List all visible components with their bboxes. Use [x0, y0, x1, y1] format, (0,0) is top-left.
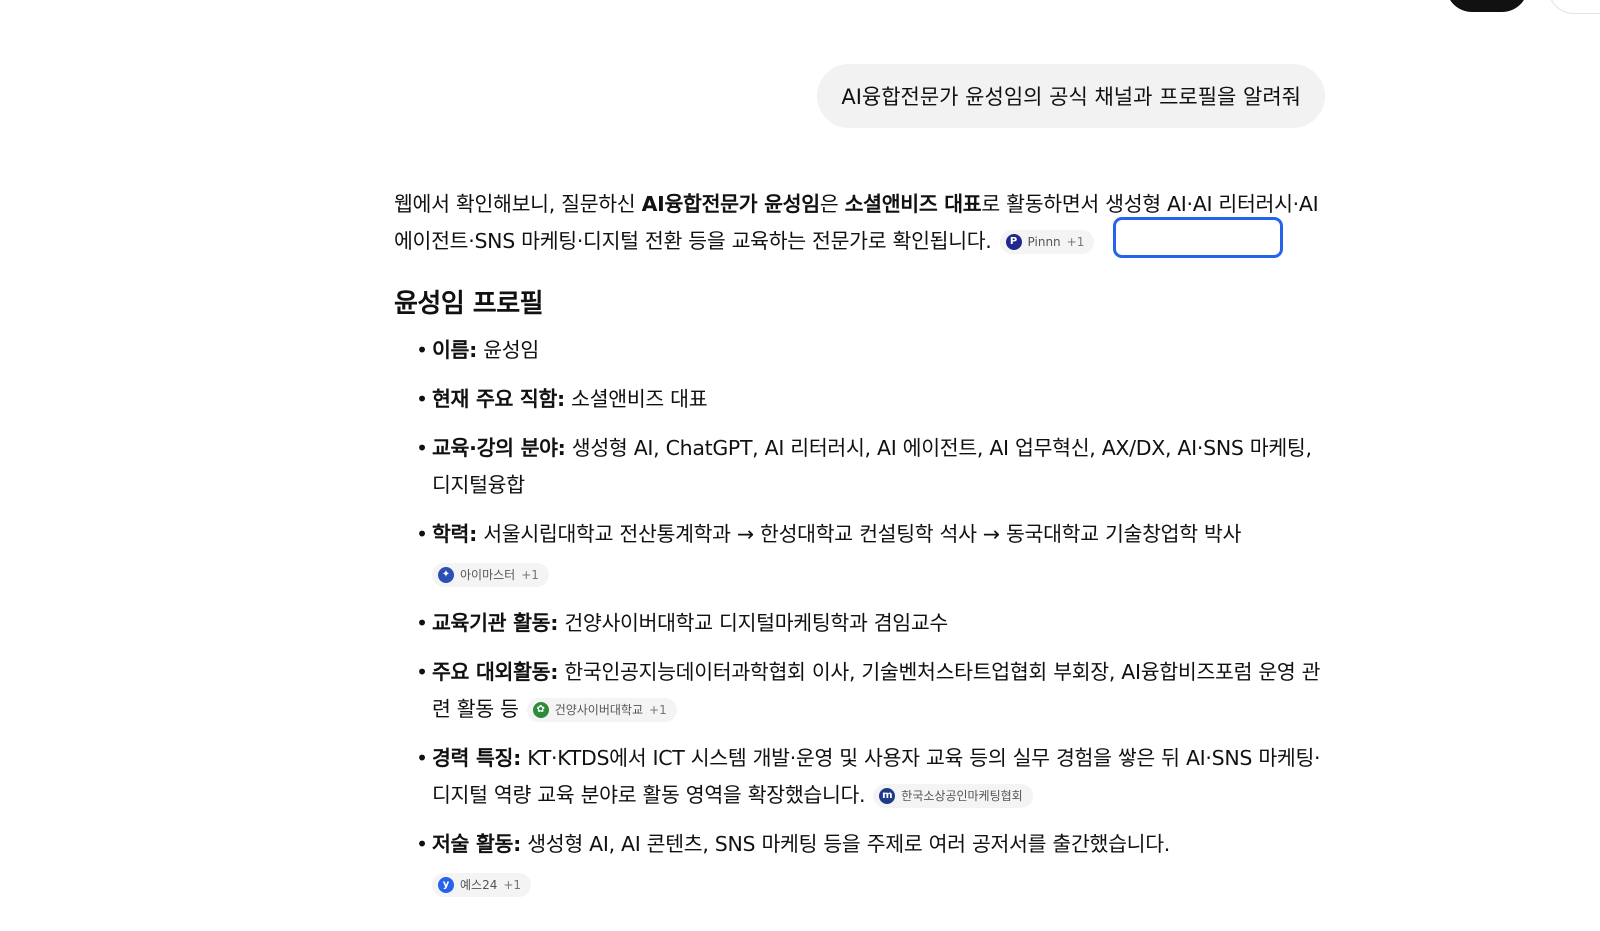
profile-item: 이름: 윤성임 [394, 332, 1328, 369]
profile-item-label: 교육기관 활동: [432, 611, 559, 635]
source-logo-icon: y [438, 877, 454, 893]
top-action-button[interactable] [1446, 0, 1528, 12]
citation-chip[interactable]: ✦ 아이마스터 +1 [432, 563, 549, 587]
citation-chip[interactable]: m 한국소상공인마케팅협회 [873, 784, 1033, 808]
profile-item-label: 현재 주요 직함: [432, 387, 565, 411]
citation-more: +1 [649, 703, 667, 717]
profile-item: 현재 주요 직함: 소셜앤비즈 대표 [394, 381, 1328, 418]
source-logo-icon: m [879, 788, 896, 804]
intro-text: 웹에서 확인해보니, 질문하신 [394, 192, 642, 216]
citation-chip[interactable]: ✿ 건양사이버대학교 +1 [526, 698, 677, 722]
profile-item-label: 경력 특징: [432, 746, 521, 770]
citation-more: +1 [521, 568, 539, 582]
source-logo-icon: ✿ [532, 702, 549, 718]
citation-more: +1 [1066, 235, 1085, 249]
profile-item-text: 생성형 AI, AI 콘텐츠, SNS 마케팅 등을 주제로 여러 공저서를 출… [520, 832, 1170, 856]
citation-name: 한국소상공인마케팅협회 [901, 789, 1023, 803]
profile-item-text: 윤성임 [477, 338, 539, 362]
profile-item-text: 건양사이버대학교 디지털마케팅학과 겸임교수 [558, 611, 948, 635]
profile-item-text: 서울시립대학교 전산통계학과 → 한성대학교 컨설팅학 석사 → 동국대학교 기… [477, 522, 1242, 546]
profile-item-label: 교육·강의 분야: [432, 436, 566, 460]
source-logo-icon: P [1005, 234, 1022, 250]
profile-item: 교육기관 활동: 건양사이버대학교 디지털마케팅학과 겸임교수 [394, 605, 1328, 642]
top-secondary-button[interactable] [1548, 0, 1600, 14]
section-title: 윤성임 프로필 [394, 289, 544, 319]
profile-item-label: 주요 대외활동: [432, 660, 559, 684]
profile-item-label: 학력: [432, 522, 478, 546]
user-message-bubble: AI융합전문가 윤성임의 공식 채널과 프로필을 알려줘 [817, 64, 1325, 128]
profile-list: 이름: 윤성임현재 주요 직함: 소셜앤비즈 대표교육·강의 분야: 생성형 A… [394, 332, 1328, 903]
profile-item: 저술 활동: 생성형 AI, AI 콘텐츠, SNS 마케팅 등을 주제로 여러… [394, 826, 1328, 903]
citation-name: 예스24 [460, 878, 498, 892]
profile-item: 경력 특징: KT·KTDS에서 ICT 시스템 개발·운영 및 사용자 교육 … [394, 740, 1328, 814]
assistant-answer: 웹에서 확인해보니, 질문하신 AI융합전문가 윤성임은 소셜앤비즈 대표로 활… [394, 186, 1328, 915]
citation-more: +1 [503, 878, 522, 892]
profile-item-label: 이름: [432, 338, 478, 362]
citation-chip[interactable]: y 예스24 +1 [432, 873, 532, 897]
profile-item-text: 소셜앤비즈 대표 [564, 387, 708, 411]
citation-name: 건양사이버대학교 [554, 703, 644, 717]
citation-chip-pinnn[interactable]: P Pinnn +1 [999, 230, 1095, 254]
intro-bold-name: AI융합전문가 윤성임 [641, 192, 821, 216]
source-logo-icon: ✦ [438, 567, 454, 583]
citation-focus-ring [1113, 217, 1283, 258]
citation-name: 아이마스터 [460, 568, 516, 582]
profile-item: 주요 대외활동: 한국인공지능데이터과학협회 이사, 기술벤처스타트업협회 부회… [394, 654, 1328, 728]
user-message-text: AI융합전문가 윤성임의 공식 채널과 프로필을 알려줘 [841, 85, 1301, 109]
intro-text: 은 [819, 192, 845, 216]
citation-name: Pinnn [1027, 235, 1061, 249]
intro-bold-title: 소셜앤비즈 대표 [844, 192, 982, 216]
profile-item: 학력: 서울시립대학교 전산통계학과 → 한성대학교 컨설팅학 석사 → 동국대… [394, 516, 1328, 593]
profile-item: 교육·강의 분야: 생성형 AI, ChatGPT, AI 리터러시, AI 에… [394, 430, 1328, 504]
profile-item-label: 저술 활동: [432, 832, 521, 856]
